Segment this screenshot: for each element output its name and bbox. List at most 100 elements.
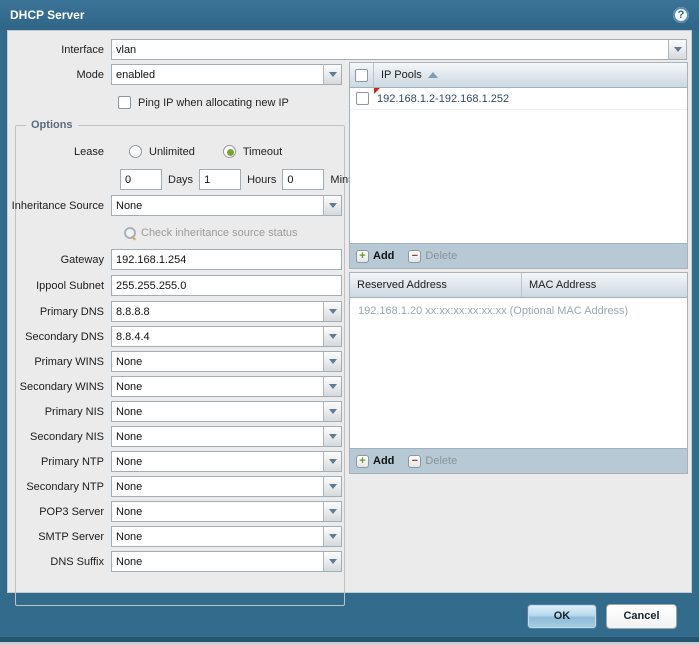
- chevron-down-icon[interactable]: [323, 196, 341, 215]
- reserved-address-placeholder: 192.168.1.20 xx:xx:xx:xx:xx:xx (Optional…: [350, 298, 687, 317]
- dns-suffix-combo[interactable]: [111, 551, 342, 572]
- interface-input[interactable]: [111, 39, 687, 60]
- lease-time-row: Days Hours Minutes: [120, 169, 375, 190]
- minutes-input[interactable]: [282, 169, 324, 190]
- ip-pools-delete-button[interactable]: − Delete: [408, 250, 457, 263]
- chevron-down-icon[interactable]: [323, 452, 341, 471]
- smtp-server-combo[interactable]: [111, 526, 342, 547]
- chevron-down-icon[interactable]: [668, 40, 686, 59]
- ip-pools-add-button[interactable]: + Add: [356, 250, 394, 263]
- days-input[interactable]: [120, 169, 162, 190]
- days-label: Days: [168, 174, 193, 186]
- search-icon: [124, 227, 136, 239]
- secondary-nis-combo[interactable]: [111, 426, 342, 447]
- ping-ip-checkbox[interactable]: [118, 96, 131, 109]
- ip-pool-row[interactable]: 192.168.1.2-192.168.1.252: [350, 88, 687, 110]
- chevron-down-icon[interactable]: [323, 352, 341, 371]
- reserved-delete-button[interactable]: − Delete: [408, 455, 457, 468]
- gateway-row: Gateway: [8, 249, 342, 270]
- chevron-down-icon[interactable]: [323, 527, 341, 546]
- dns-suffix-row: DNS Suffix: [8, 551, 342, 572]
- hours-label: Hours: [247, 174, 276, 186]
- lease-unlimited-radio[interactable]: [129, 145, 142, 158]
- mode-input[interactable]: [111, 64, 342, 85]
- primary-dns-label: Primary DNS: [8, 306, 111, 318]
- ip-pools-header[interactable]: IP Pools: [350, 63, 687, 88]
- gateway-input[interactable]: [111, 249, 342, 270]
- dialog-body: Interface Mode Ping IP when allocating n…: [7, 30, 692, 593]
- delete-icon: −: [408, 455, 421, 468]
- chevron-down-icon[interactable]: [323, 377, 341, 396]
- secondary-wins-combo[interactable]: [111, 376, 342, 397]
- dhcp-server-dialog: DHCP Server ? Interface Mode Ping IP whe…: [0, 0, 699, 645]
- lease-row: Lease Unlimited Timeout: [8, 141, 342, 162]
- chevron-down-icon[interactable]: [323, 552, 341, 571]
- secondary-wins-input[interactable]: [111, 376, 342, 397]
- secondary-dns-input[interactable]: [111, 326, 342, 347]
- smtp-server-input[interactable]: [111, 526, 342, 547]
- ippool-subnet-label: Ippool Subnet: [8, 280, 111, 292]
- chevron-down-icon[interactable]: [323, 327, 341, 346]
- add-icon: +: [356, 455, 369, 468]
- pop3-server-input[interactable]: [111, 501, 342, 522]
- primary-nis-row: Primary NIS: [8, 401, 342, 422]
- mode-combo[interactable]: [111, 64, 342, 85]
- hours-input[interactable]: [199, 169, 241, 190]
- secondary-nis-input[interactable]: [111, 426, 342, 447]
- primary-dns-input[interactable]: [111, 301, 342, 322]
- chevron-down-icon[interactable]: [323, 65, 341, 84]
- chevron-down-icon[interactable]: [323, 477, 341, 496]
- primary-dns-combo[interactable]: [111, 301, 342, 322]
- interface-combo[interactable]: [111, 39, 687, 60]
- primary-ntp-combo[interactable]: [111, 451, 342, 472]
- interface-label: Interface: [8, 44, 111, 56]
- primary-ntp-label: Primary NTP: [8, 456, 111, 468]
- primary-dns-row: Primary DNS: [8, 301, 342, 322]
- chevron-down-icon[interactable]: [323, 502, 341, 521]
- mode-label: Mode: [8, 69, 111, 81]
- pop3-server-combo[interactable]: [111, 501, 342, 522]
- primary-ntp-row: Primary NTP: [8, 451, 342, 472]
- smtp-server-row: SMTP Server: [8, 526, 342, 547]
- primary-wins-row: Primary WINS: [8, 351, 342, 372]
- secondary-ntp-combo[interactable]: [111, 476, 342, 497]
- secondary-nis-label: Secondary NIS: [8, 431, 111, 443]
- primary-wins-input[interactable]: [111, 351, 342, 372]
- pop3-server-label: POP3 Server: [8, 506, 111, 518]
- dialog-titlebar: DHCP Server ?: [0, 0, 699, 30]
- dns-suffix-input[interactable]: [111, 551, 342, 572]
- lease-unlimited-label: Unlimited: [149, 146, 195, 158]
- lease-timeout-radio[interactable]: [223, 145, 236, 158]
- check-inheritance-status-link[interactable]: Check inheritance source status: [124, 222, 298, 243]
- dns-suffix-label: DNS Suffix: [8, 556, 111, 568]
- secondary-ntp-input[interactable]: [111, 476, 342, 497]
- chevron-down-icon[interactable]: [323, 302, 341, 321]
- interface-row: Interface: [8, 39, 687, 60]
- pop3-server-row: POP3 Server: [8, 501, 342, 522]
- ip-pools-select-all-checkbox[interactable]: [355, 69, 368, 82]
- help-icon[interactable]: ?: [673, 7, 689, 23]
- secondary-dns-combo[interactable]: [111, 326, 342, 347]
- reserved-address-list: 192.168.1.20 xx:xx:xx:xx:xx:xx (Optional…: [350, 298, 687, 448]
- add-label: Add: [373, 455, 394, 467]
- ip-pool-row-checkbox[interactable]: [356, 92, 369, 105]
- primary-nis-input[interactable]: [111, 401, 342, 422]
- ip-pools-column-header: IP Pools: [381, 69, 422, 81]
- gateway-label: Gateway: [8, 254, 111, 266]
- primary-nis-combo[interactable]: [111, 401, 342, 422]
- reserved-add-button[interactable]: + Add: [356, 455, 394, 468]
- ping-ip-row: Ping IP when allocating new IP: [118, 92, 289, 113]
- secondary-ntp-label: Secondary NTP: [8, 481, 111, 493]
- ok-button[interactable]: OK: [527, 604, 597, 629]
- ippool-subnet-input[interactable]: [111, 275, 342, 296]
- chevron-down-icon[interactable]: [323, 427, 341, 446]
- cancel-button[interactable]: Cancel: [606, 604, 677, 629]
- primary-wins-combo[interactable]: [111, 351, 342, 372]
- inheritance-source-combo[interactable]: [111, 195, 342, 216]
- secondary-nis-row: Secondary NIS: [8, 426, 342, 447]
- chevron-down-icon[interactable]: [323, 402, 341, 421]
- reserved-address-header[interactable]: Reserved Address MAC Address: [350, 273, 687, 298]
- inheritance-source-input[interactable]: [111, 195, 342, 216]
- primary-ntp-input[interactable]: [111, 451, 342, 472]
- secondary-dns-row: Secondary DNS: [8, 326, 342, 347]
